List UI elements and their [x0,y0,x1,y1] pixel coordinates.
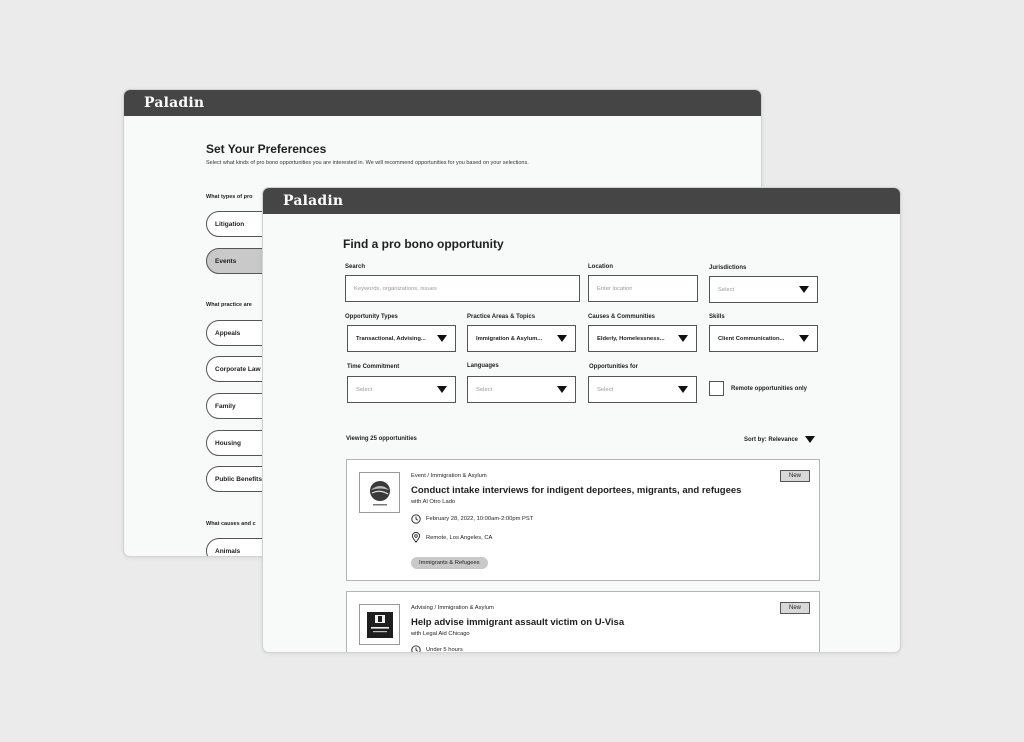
opportunity-date-text: February 28, 2022, 10:00am-2:00pm PST [426,516,534,522]
org-logo-icon [366,611,393,638]
causes-value: Elderly, Homelessness... [597,335,665,342]
jurisdictions-label: Jurisdictions [709,265,747,271]
jurisdictions-placeholder: Select [718,286,735,293]
sort-dropdown[interactable]: Sort by: Relevance [744,436,816,443]
chevron-down-icon [799,286,809,293]
practice-areas-select[interactable]: Immigration & Asylum... [467,325,576,352]
chevron-down-icon [437,386,447,393]
page-subtitle: Select what kinds of pro bono opportunit… [206,160,529,166]
opportunity-title[interactable]: Conduct intake interviews for indigent d… [411,485,741,496]
opportunity-org: with Legal Aid Chicago [411,631,470,637]
question-practice-areas: What practice are [206,302,252,308]
app-header: Paladin [124,90,761,116]
search-label: Search [345,264,366,270]
question-causes: What causes and c [206,521,256,527]
skills-label: Skills [709,314,725,320]
skills-select[interactable]: Client Communication... [709,325,818,352]
practice-areas-label: Practice Areas & Topics [467,314,536,320]
opportunities-for-label: Opportunities for [589,364,638,370]
search-placeholder: Keywords, organizations, issues [354,285,437,292]
preferences-header: Set Your Preferences Select what kinds o… [206,142,529,166]
opportunity-category: Advising / Immigration & Asylum [411,605,494,611]
chevron-down-icon [678,386,688,393]
skills-value: Client Communication... [718,335,785,342]
new-badge: New [780,602,810,614]
opportunity-types-label: Opportunity Types [345,314,398,320]
page-title: Set Your Preferences [206,142,327,156]
al-otro-lado-logo [359,472,400,513]
time-commitment-label: Time Commitment [347,364,400,370]
results-count: Viewing 25 opportunities [346,436,417,442]
app-header: Paladin [263,188,900,214]
opportunities-for-select[interactable]: Select [588,376,697,403]
opportunity-date: February 28, 2022, 10:00am-2:00pm PST [411,514,533,524]
opportunity-title[interactable]: Help advise immigrant assault victim on … [411,617,624,628]
languages-label: Languages [467,363,499,369]
opportunity-location-text: Remote, Los Angeles, CA [426,534,493,541]
chevron-down-icon [805,436,816,443]
page-title: Find a pro bono opportunity [343,237,504,251]
opportunity-time: Under 5 hours [411,645,463,653]
org-logo-icon [369,480,390,505]
time-commitment-placeholder: Select [356,386,373,393]
clock-icon [411,514,421,524]
legal-aid-chicago-logo [359,604,400,645]
remote-only-checkbox[interactable] [709,381,724,396]
opportunity-types-value: Transactional, Advising... [356,335,426,342]
location-label: Location [588,264,613,270]
opportunity-location: Remote, Los Angeles, CA [411,532,492,543]
chevron-down-icon [557,386,567,393]
clock-icon [411,645,421,652]
opportunity-time-text: Under 5 hours [426,647,463,653]
opportunity-search-window: Paladin Find a pro bono opportunity Sear… [262,187,901,653]
paladin-logo[interactable]: Paladin [144,95,204,111]
opportunity-org: with Al Otro Lado [411,499,456,505]
search-input[interactable]: Keywords, organizations, issues [345,275,580,302]
location-input[interactable]: Enter location [588,275,698,302]
question-types: What types of pro [206,194,253,200]
chevron-down-icon [437,335,447,342]
opportunity-types-select[interactable]: Transactional, Advising... [347,325,456,352]
cause-tag[interactable]: Immigrants & Refugees [411,557,488,569]
languages-placeholder: Select [476,386,493,393]
causes-select[interactable]: Elderly, Homelessness... [588,325,697,352]
chevron-down-icon [678,335,688,342]
new-badge: New [780,470,810,482]
location-placeholder: Enter location [597,285,633,292]
chevron-down-icon [557,335,567,342]
sort-label: Sort by: Relevance [744,436,799,443]
jurisdictions-select[interactable]: Select [709,276,818,303]
paladin-logo[interactable]: Paladin [283,193,343,209]
languages-select[interactable]: Select [467,376,576,403]
time-commitment-select[interactable]: Select [347,376,456,403]
opportunity-card[interactable]: Advising / Immigration & Asylum Help adv… [346,591,820,653]
causes-label: Causes & Communities [588,314,656,320]
opportunities-for-placeholder: Select [597,386,614,393]
opportunity-card[interactable]: Event / Immigration & Asylum Conduct int… [346,459,820,581]
location-pin-icon [411,532,421,543]
chevron-down-icon [799,335,809,342]
practice-areas-value: Immigration & Asylum... [476,335,543,342]
remote-only-label[interactable]: Remote opportunities only [731,386,807,392]
opportunity-category: Event / Immigration & Asylum [411,473,487,479]
